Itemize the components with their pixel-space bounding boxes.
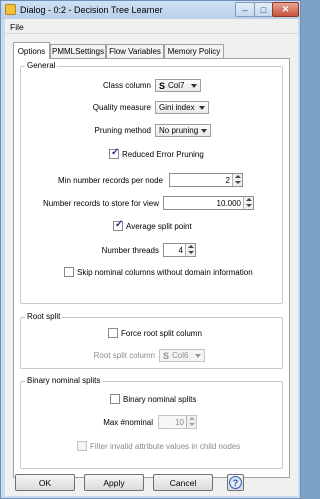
force-root-split-checkbox[interactable]: Force root split column: [108, 328, 202, 338]
root-split-group-title: Root split: [25, 312, 63, 321]
spinner-arrows-icon[interactable]: [186, 416, 196, 428]
app-icon: [5, 4, 16, 15]
filter-invalid-checkbox[interactable]: Filter invalid attribute values in child…: [77, 441, 240, 451]
filter-invalid-label: Filter invalid attribute values in child…: [90, 441, 241, 451]
dialog-client-area: File Options PMMLSettings Flow Variables…: [5, 19, 298, 496]
max-nominal-value: 10: [175, 418, 184, 427]
general-group: General Class column S Col7 Quality meas…: [20, 61, 283, 304]
checkbox-checked-icon: [109, 147, 119, 159]
average-split-point-checkbox[interactable]: Average split point: [113, 219, 192, 231]
records-for-view-value: 10.000: [216, 199, 241, 208]
ok-button[interactable]: OK: [15, 474, 75, 491]
help-icon: ?: [229, 476, 242, 489]
cancel-button[interactable]: Cancel: [153, 474, 213, 491]
binary-nominal-group: Binary nominal splits Binary nominal spl…: [20, 376, 283, 469]
title-bar[interactable]: Dialog - 0:2 - Decision Tree Learner – □…: [1, 1, 300, 19]
min-records-label: Min number records per node: [58, 176, 163, 185]
tab-flow-variables[interactable]: Flow Variables: [106, 44, 164, 58]
root-split-column-select[interactable]: S Col6: [159, 349, 205, 362]
checkbox-unchecked-icon: [77, 441, 87, 451]
dialog-window: Dialog - 0:2 - Decision Tree Learner – □…: [0, 0, 301, 499]
chevron-down-icon: [191, 84, 197, 88]
apply-button[interactable]: Apply: [84, 474, 144, 491]
max-nominal-label: Max #nominal: [103, 418, 153, 427]
binary-nominal-splits-checkbox[interactable]: Binary nominal splits: [110, 394, 196, 404]
class-column-label: Class column: [102, 81, 151, 90]
root-split-column-label: Root split column: [93, 351, 155, 360]
pruning-method-label: Pruning method: [94, 126, 151, 135]
chevron-down-icon: [199, 106, 205, 110]
checkbox-unchecked-icon: [108, 328, 118, 338]
min-records-value: 2: [225, 176, 230, 185]
threads-label: Number threads: [101, 246, 159, 255]
skip-nominal-label: Skip nominal columns without domain info…: [77, 267, 253, 277]
quality-measure-select[interactable]: Gini index: [155, 101, 209, 114]
records-for-view-spinner[interactable]: 10.000: [163, 196, 254, 210]
root-split-group: Root split Force root split column Root …: [20, 312, 283, 369]
average-split-point-label: Average split point: [126, 221, 192, 231]
chevron-down-icon: [201, 129, 207, 133]
min-records-spinner[interactable]: 2: [169, 173, 243, 187]
max-nominal-spinner[interactable]: 10: [158, 415, 197, 429]
quality-measure-value: Gini index: [159, 103, 195, 112]
tab-pmml-settings[interactable]: PMMLSettings: [50, 44, 106, 58]
chevron-down-icon: [195, 354, 201, 358]
close-button[interactable]: ✕: [272, 2, 299, 17]
force-root-split-label: Force root split column: [121, 328, 202, 338]
window-title: Dialog - 0:2 - Decision Tree Learner: [20, 5, 163, 15]
string-type-icon: S: [163, 350, 170, 361]
checkbox-unchecked-icon: [110, 394, 120, 404]
spinner-arrows-icon[interactable]: [243, 197, 253, 209]
skip-nominal-checkbox[interactable]: Skip nominal columns without domain info…: [64, 267, 253, 277]
options-panel: General Class column S Col7 Quality meas…: [13, 58, 290, 478]
tab-memory-policy[interactable]: Memory Policy: [164, 44, 224, 58]
minimize-button[interactable]: –: [235, 2, 255, 17]
class-column-select[interactable]: S Col7: [155, 79, 201, 92]
spinner-arrows-icon[interactable]: [185, 244, 195, 256]
menu-bar: File: [5, 19, 298, 34]
maximize-button[interactable]: □: [254, 2, 273, 17]
quality-measure-label: Quality measure: [92, 103, 151, 112]
threads-spinner[interactable]: 4: [163, 243, 196, 257]
tab-options[interactable]: Options: [13, 42, 50, 59]
records-for-view-label: Number records to store for view: [42, 199, 159, 208]
general-group-title: General: [25, 61, 58, 70]
checkbox-unchecked-icon: [64, 267, 74, 277]
pruning-method-value: No pruning: [159, 126, 199, 135]
reduced-error-pruning-label: Reduced Error Pruning: [122, 149, 204, 159]
pruning-method-select[interactable]: No pruning: [155, 124, 211, 137]
menu-file[interactable]: File: [10, 22, 24, 32]
binary-nominal-group-title: Binary nominal splits: [25, 376, 103, 385]
binary-nominal-splits-label: Binary nominal splits: [123, 394, 197, 404]
help-button[interactable]: ?: [227, 474, 244, 491]
spinner-arrows-icon[interactable]: [232, 174, 242, 186]
reduced-error-pruning-checkbox[interactable]: Reduced Error Pruning: [109, 147, 204, 159]
checkbox-checked-icon: [113, 219, 123, 231]
threads-value: 4: [178, 246, 183, 255]
root-split-column-value: Col6: [172, 351, 189, 360]
class-column-value: Col7: [168, 81, 185, 90]
string-type-icon: S: [159, 80, 166, 91]
